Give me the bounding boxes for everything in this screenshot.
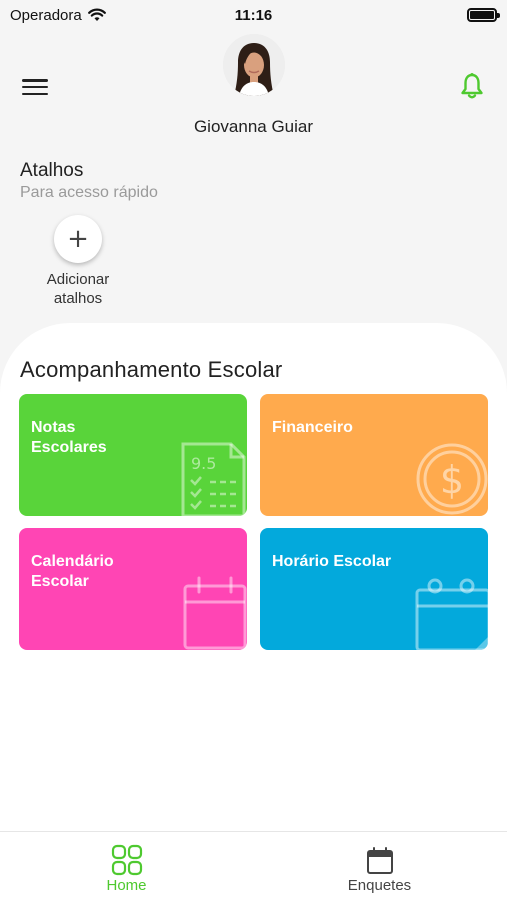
section-title: Acompanhamento Escolar [20, 357, 283, 382]
carrier-label: Operadora [10, 6, 82, 24]
plus-icon: + [67, 224, 89, 254]
battery-icon [467, 8, 500, 22]
tab-home-label: Home [106, 877, 147, 894]
tab-enquetes[interactable]: Enquetes [253, 832, 506, 900]
user-name: Giovanna Guiar [193, 117, 314, 136]
card-label: Financeiro [272, 419, 353, 436]
card-label: Notas Escolares [31, 419, 107, 456]
status-left: Operadora [10, 7, 106, 24]
card-label: Horário Escolar [272, 553, 392, 570]
grade-sheet-icon: 9.5 [181, 442, 246, 516]
add-shortcut-button[interactable]: + [54, 215, 102, 263]
avatar-image [223, 34, 285, 96]
card-notas-escolares[interactable]: Notas Escolares 9.5 [19, 394, 247, 516]
calendar-icon [366, 847, 393, 874]
svg-text:$: $ [440, 458, 464, 502]
bottom-nav: Home Enquetes [0, 831, 507, 900]
bell-icon[interactable] [459, 72, 485, 100]
menu-icon[interactable] [22, 76, 48, 98]
card-horario-escolar[interactable]: Horário Escolar [260, 528, 488, 650]
shortcuts-title: Atalhos [20, 160, 84, 181]
status-bar: Operadora 11:16 [0, 0, 507, 30]
dollar-coin-icon: $ [416, 443, 488, 515]
wifi-icon [87, 8, 106, 21]
shortcuts-subtitle: Para acesso rápido [20, 184, 158, 201]
calendar-icon [183, 576, 247, 650]
tab-home[interactable]: Home [0, 832, 253, 900]
card-label: Calendário Escolar [31, 553, 114, 590]
add-shortcut-label[interactable]: Adicionar atalhos [28, 270, 128, 308]
avatar[interactable] [223, 34, 285, 96]
card-financeiro[interactable]: Financeiro $ [260, 394, 488, 516]
card-calendario-escolar[interactable]: Calendário Escolar [19, 528, 247, 650]
grid-icon [111, 844, 142, 876]
tab-enquetes-label: Enquetes [347, 877, 412, 894]
schedule-calendar-icon [415, 578, 488, 650]
grade-sheet-value: 9.5 [191, 454, 216, 473]
